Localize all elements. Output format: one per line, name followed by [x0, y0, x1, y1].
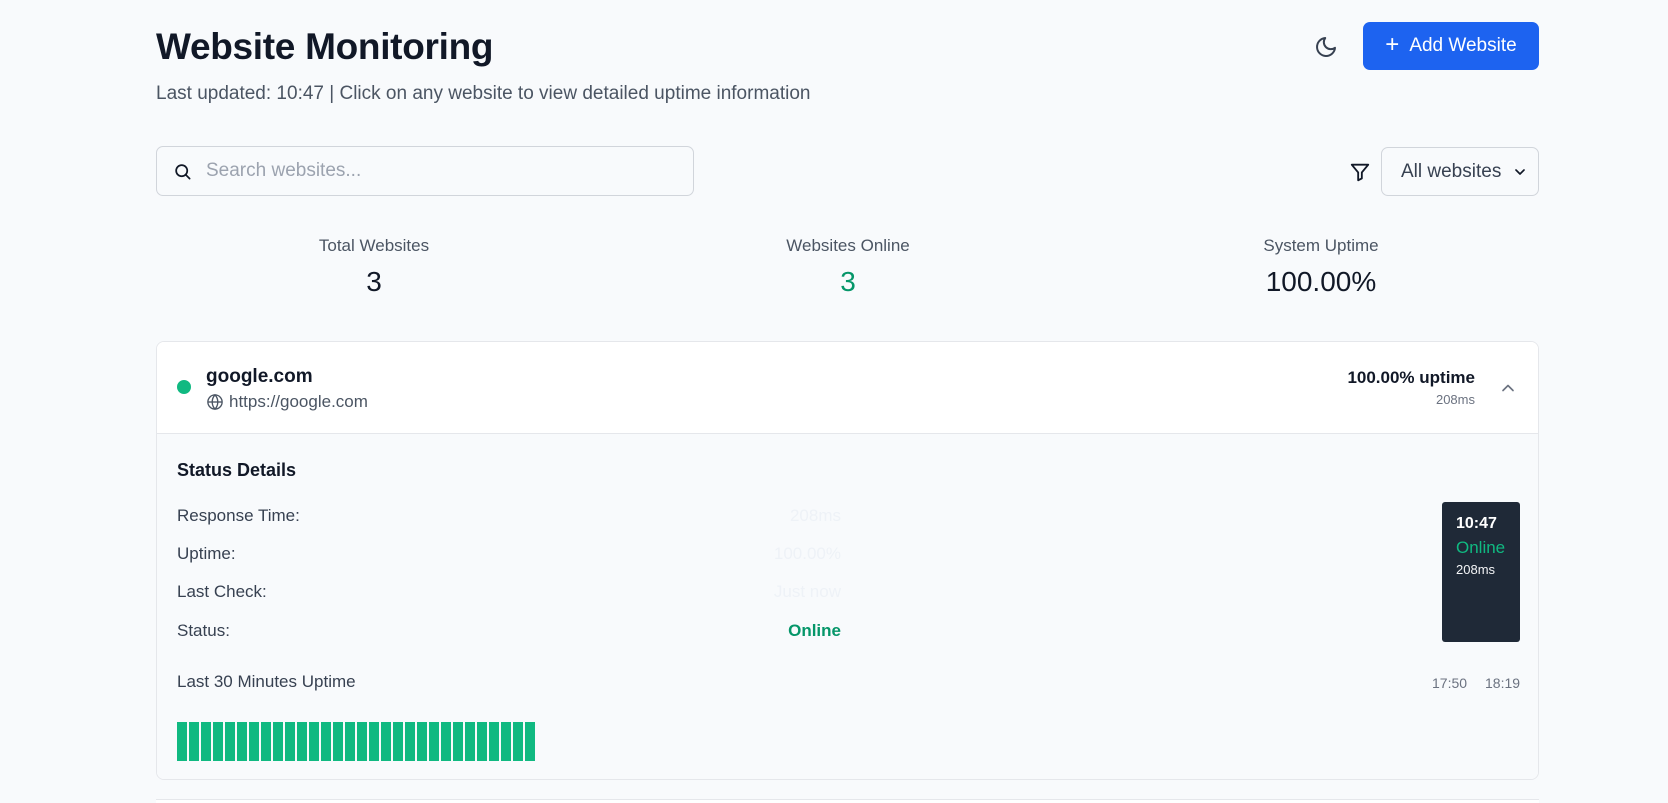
uptime-bar[interactable]: [261, 722, 271, 761]
globe-icon: [207, 393, 223, 411]
header: Website Monitoring Last updated: 10:47 |…: [156, 0, 1539, 120]
uptime-bar[interactable]: [237, 722, 247, 761]
moon-icon: [1316, 37, 1336, 57]
uptime-bar[interactable]: [333, 722, 343, 761]
uptime-bar[interactable]: [285, 722, 295, 761]
uptime-bar[interactable]: [525, 722, 535, 761]
uptime-bar[interactable]: [345, 722, 355, 761]
website-card: google.com https://google.com 100.00% up…: [156, 341, 1539, 780]
stat-total-websites: Total Websites 3: [224, 236, 524, 298]
stat-system-uptime: System Uptime 100.00%: [1171, 236, 1471, 298]
plus-icon: +: [1385, 31, 1400, 58]
tooltip-response: 208ms: [1456, 562, 1496, 577]
website-response-time: 208ms: [1435, 392, 1475, 407]
detail-value: Just now: [773, 582, 841, 601]
uptime-bar[interactable]: [489, 722, 499, 761]
uptime-bar[interactable]: [513, 722, 523, 761]
uptime-bar[interactable]: [501, 722, 511, 761]
uptime-bar[interactable]: [381, 722, 391, 761]
history-start-time: 17:50: [1432, 675, 1468, 691]
search-input[interactable]: [206, 160, 686, 182]
website-uptime: 100.00% uptime: [1347, 368, 1475, 387]
stat-label: Websites Online: [786, 236, 910, 255]
detail-row-status: Status: Online: [177, 621, 841, 643]
stat-value: 3: [840, 266, 856, 297]
detail-row-uptime: Uptime: 100.00%: [177, 544, 841, 566]
uptime-bar[interactable]: [273, 722, 283, 761]
theme-toggle-button[interactable]: [1306, 27, 1346, 67]
website-name: google.com: [206, 366, 313, 387]
history-end-time: 18:19: [1485, 675, 1521, 691]
uptime-tooltip: 10:47 Online 208ms: [1442, 502, 1520, 642]
filter-selected-value: All websites: [1401, 160, 1502, 182]
uptime-bar[interactable]: [465, 722, 475, 761]
uptime-bar[interactable]: [357, 722, 367, 761]
filter-icon: [1350, 163, 1370, 182]
uptime-bar[interactable]: [429, 722, 439, 761]
uptime-bar[interactable]: [441, 722, 451, 761]
uptime-bar[interactable]: [189, 722, 199, 761]
website-url-row: https://google.com: [206, 392, 368, 412]
uptime-bar[interactable]: [405, 722, 415, 761]
stat-value: 3: [366, 266, 382, 297]
page-container: Website Monitoring Last updated: 10:47 |…: [156, 0, 1539, 780]
website-card-details: Status Details Response Time: 208ms Upti…: [157, 434, 1538, 779]
tooltip-status: Online: [1456, 538, 1506, 557]
search-icon: [175, 163, 191, 179]
uptime-bar[interactable]: [369, 722, 379, 761]
detail-label: Response Time:: [177, 506, 300, 525]
uptime-bar[interactable]: [225, 722, 235, 761]
website-url: https://google.com: [229, 392, 368, 411]
history-label: Last 30 Minutes Uptime: [177, 672, 356, 691]
search-box[interactable]: [156, 146, 694, 196]
tooltip-time: 10:47: [1456, 515, 1497, 532]
status-details-title: Status Details: [177, 460, 297, 480]
uptime-bar[interactable]: [201, 722, 211, 761]
uptime-bar[interactable]: [177, 722, 187, 761]
add-website-button[interactable]: + Add Website: [1363, 22, 1539, 70]
chevron-up-icon[interactable]: [1498, 378, 1518, 398]
detail-value: 100.00%: [773, 544, 841, 563]
detail-label: Uptime:: [177, 544, 236, 563]
stat-websites-online: Websites Online 3: [698, 236, 998, 298]
stat-value: 100.00%: [1265, 266, 1377, 297]
website-card-header[interactable]: google.com https://google.com 100.00% up…: [157, 342, 1538, 434]
detail-value: Online: [788, 621, 841, 640]
next-website-card[interactable]: [156, 799, 1539, 803]
stat-label: System Uptime: [1263, 236, 1379, 255]
detail-label: Last Check:: [177, 582, 267, 601]
detail-value: 208ms: [789, 506, 841, 525]
page-subtitle: Last updated: 10:47 | Click on any websi…: [156, 83, 811, 104]
page-title: Website Monitoring: [156, 26, 494, 67]
chevron-down-icon: [1515, 169, 1525, 175]
uptime-bar[interactable]: [393, 722, 403, 761]
uptime-bar[interactable]: [321, 722, 331, 761]
filter-select[interactable]: All websites: [1381, 147, 1539, 196]
stat-label: Total Websites: [318, 236, 430, 255]
status-dot: [177, 380, 191, 394]
uptime-bar[interactable]: [453, 722, 463, 761]
uptime-bar[interactable]: [297, 722, 307, 761]
uptime-bar[interactable]: [249, 722, 259, 761]
uptime-bar[interactable]: [213, 722, 223, 761]
detail-row-last-check: Last Check: Just now: [177, 582, 841, 604]
detail-label: Status:: [177, 621, 230, 640]
uptime-bars: [177, 722, 535, 761]
uptime-bar[interactable]: [309, 722, 319, 761]
add-website-label: Add Website: [1409, 35, 1517, 56]
detail-row-response-time: Response Time: 208ms: [177, 506, 841, 528]
uptime-bar[interactable]: [477, 722, 487, 761]
uptime-bar[interactable]: [417, 722, 427, 761]
